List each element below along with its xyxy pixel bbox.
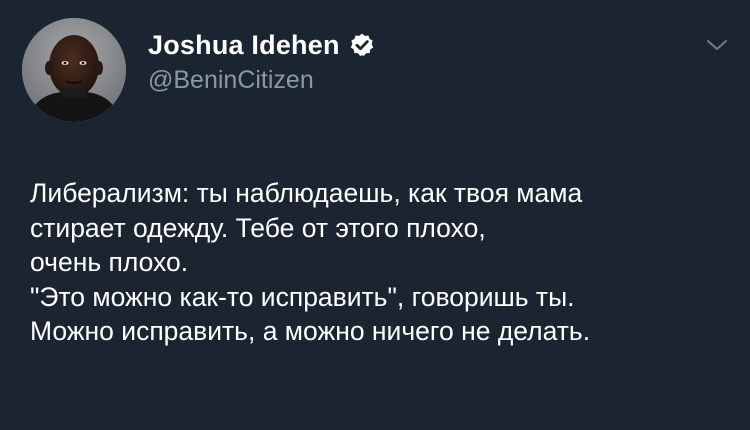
tweet-line: очень плохо. bbox=[30, 247, 189, 277]
avatar-photo bbox=[22, 18, 126, 122]
verified-badge-icon bbox=[350, 33, 373, 56]
tweet-line: Можно исправить, а можно ничего не делат… bbox=[30, 316, 591, 346]
tweet-line: Либерализм: ты наблюдаешь, как твоя мама bbox=[30, 178, 583, 208]
avatar[interactable] bbox=[22, 18, 126, 122]
tweet-card: Joshua Idehen @BeninCitizen Либерализм: … bbox=[0, 0, 750, 430]
display-name[interactable]: Joshua Idehen bbox=[148, 30, 340, 61]
chevron-down-icon[interactable] bbox=[704, 36, 730, 54]
tweet-line: стирает одежду. Тебе от этого плохо, bbox=[30, 212, 486, 243]
tweet-line: "Это можно как-то исправить", говоришь т… bbox=[30, 281, 575, 312]
author-name-row[interactable]: Joshua Idehen bbox=[148, 28, 375, 62]
tweet-text: Либерализм: ты наблюдаешь, как твоя мама… bbox=[30, 176, 730, 349]
user-handle[interactable]: @BeninCitizen bbox=[148, 66, 314, 95]
